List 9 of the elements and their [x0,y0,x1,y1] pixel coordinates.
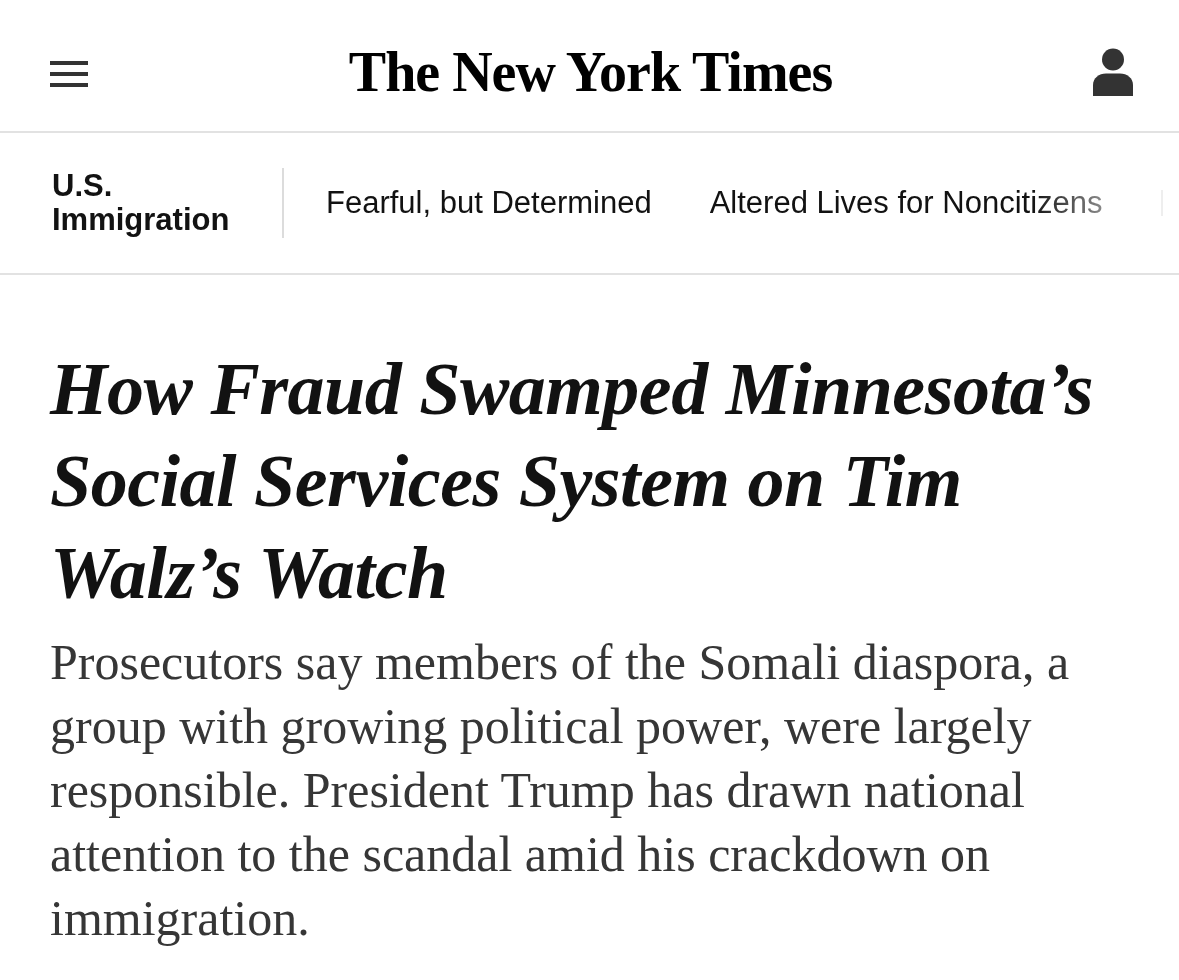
section-link[interactable]: U.S. Immigration [52,169,252,237]
menu-button[interactable] [50,60,88,87]
user-icon [1093,47,1133,96]
article-summary: Prosecutors say members of the Somali diaspora, a group with growing political power, were largely responsible. President Trump has drawn national attention to the scandal amid his crackdown on immigration. [50,633,1071,948]
menu-icon [50,60,88,87]
article-headline: How Fraud Swamped Minnesota’s Social Services System on Tim Walz’s Watch [50,347,1094,616]
story-link[interactable]: Fearful, but Determined [326,179,652,227]
site-logo[interactable]: The New York Times [348,43,833,100]
account-button[interactable] [1093,47,1133,96]
